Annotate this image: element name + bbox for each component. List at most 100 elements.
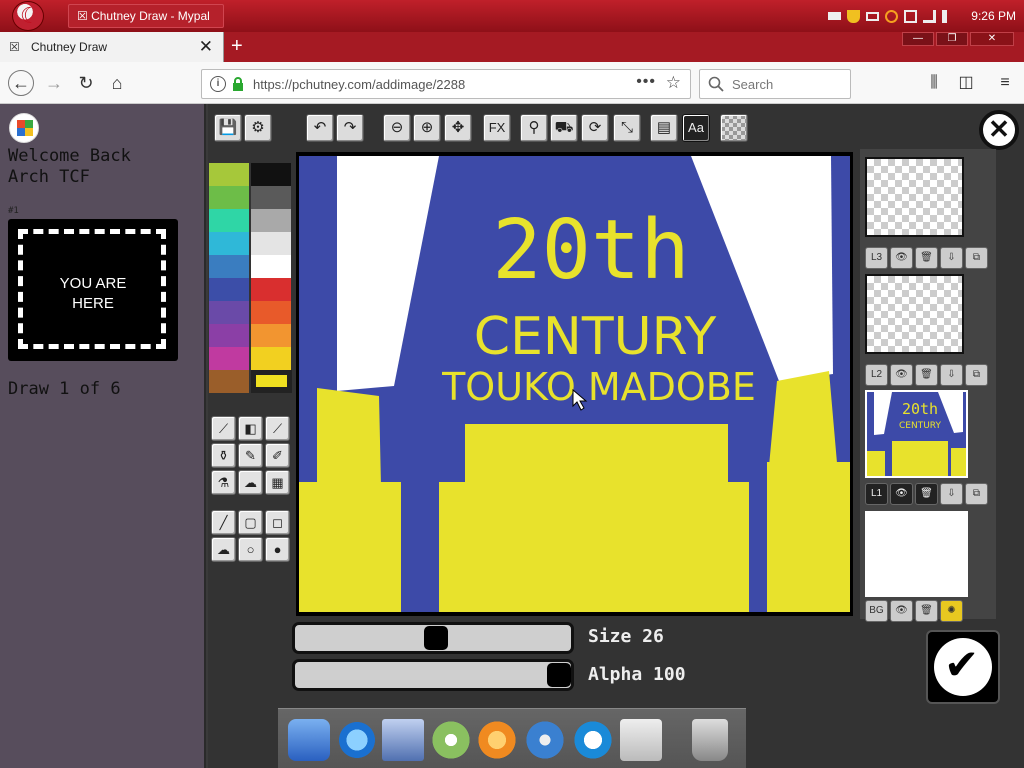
brush-size-slider[interactable]	[292, 622, 574, 654]
color-swatch[interactable]	[209, 370, 249, 393]
reload-icon[interactable]: ↻	[74, 71, 98, 95]
color-swatch[interactable]	[209, 347, 249, 370]
layer-label-bg[interactable]: BG	[865, 600, 888, 622]
fx-button[interactable]: FX	[483, 114, 511, 142]
url-bar[interactable]: i https://pchutney.com/addimage/2288 •••…	[201, 69, 691, 99]
color-swatch[interactable]	[251, 209, 291, 232]
pencil-icon[interactable]: ✎	[238, 443, 263, 468]
forward-arrow-icon[interactable]: →	[42, 71, 66, 95]
music-icon[interactable]	[430, 719, 472, 761]
minimize-button[interactable]: —	[902, 32, 934, 46]
eye-icon[interactable]: 👁	[890, 364, 913, 386]
duplicate-icon[interactable]: ⧉	[965, 364, 988, 386]
layer-label-l3[interactable]: L3	[865, 247, 888, 269]
save-icon[interactable]: 💾	[214, 114, 242, 142]
brush-alpha-knob[interactable]	[547, 663, 571, 687]
os-start-logo-icon[interactable]	[12, 1, 44, 31]
color-swatch[interactable]	[251, 347, 291, 370]
current-slot-card[interactable]: YOU ARE HERE	[8, 219, 178, 361]
page-actions-icon[interactable]: •••	[636, 73, 656, 91]
eraser-icon[interactable]: ◧	[238, 416, 263, 441]
info-icon[interactable]: i	[210, 76, 226, 92]
color-swatch[interactable]	[209, 255, 249, 278]
system-icon[interactable]	[620, 719, 662, 761]
shield-icon[interactable]	[847, 9, 861, 23]
rotate-icon[interactable]: ⟳	[581, 114, 609, 142]
color-swatch[interactable]	[209, 209, 249, 232]
redo-icon[interactable]: ↷	[336, 114, 364, 142]
layer-label-l1[interactable]: L1	[865, 483, 888, 505]
trash-icon[interactable]: 🗑	[915, 364, 938, 386]
brush-size-knob[interactable]	[424, 626, 448, 650]
trash-icon[interactable]: 🗑	[915, 247, 938, 269]
color-swatch[interactable]	[251, 278, 291, 301]
circle-fill-icon[interactable]: ●	[265, 537, 290, 562]
color-swatch[interactable]	[251, 163, 291, 186]
sidebar-toggle-icon[interactable]: ◫	[956, 73, 976, 93]
forklift-icon[interactable]: ⛟	[550, 114, 578, 142]
pattern-icon[interactable]: ▦	[265, 470, 290, 495]
rectangle-outline-icon[interactable]: ▢	[238, 510, 263, 535]
media-player-icon[interactable]	[476, 719, 518, 761]
eye-icon[interactable]: 👁	[890, 483, 913, 505]
search-input[interactable]: Search	[699, 69, 851, 99]
trash-bin-icon[interactable]	[692, 719, 728, 761]
move-icon[interactable]: ✥	[444, 114, 472, 142]
color-swatch[interactable]	[209, 232, 249, 255]
eye-icon[interactable]: 👁	[890, 600, 913, 622]
current-color-swatch[interactable]	[251, 370, 292, 393]
color-swatch[interactable]	[209, 163, 249, 186]
color-swatch[interactable]	[251, 301, 291, 324]
volume-icon[interactable]	[942, 9, 955, 23]
battery-icon[interactable]	[866, 11, 880, 21]
lasso-icon[interactable]: ☁	[211, 537, 236, 562]
circle-outline-icon[interactable]: ○	[238, 537, 263, 562]
image-import-icon[interactable]: ▤	[650, 114, 678, 142]
undo-icon[interactable]: ↶	[306, 114, 334, 142]
color-swatch[interactable]	[209, 186, 249, 209]
submit-drawing-button[interactable]	[926, 630, 1000, 704]
drawing-canvas[interactable]: 20th CENTURY TOUKO MADOBE	[299, 156, 850, 612]
line-tool-icon[interactable]: ╱	[211, 510, 236, 535]
stamp-icon[interactable]: ⚲	[520, 114, 548, 142]
merge-down-icon[interactable]: ⇩	[940, 483, 963, 505]
resize-icon[interactable]: ⤡	[613, 114, 641, 142]
color-swatch[interactable]	[209, 278, 249, 301]
back-arrow-icon[interactable]: ←	[8, 70, 34, 96]
keyboard-icon[interactable]	[828, 12, 842, 20]
spray-icon[interactable]: ⚗	[211, 470, 236, 495]
hamburger-menu-icon[interactable]: ≡	[995, 73, 1015, 93]
merge-down-icon[interactable]: ⇩	[940, 364, 963, 386]
tab-close-icon[interactable]: ✕	[199, 37, 213, 57]
brush-alpha-slider[interactable]	[292, 659, 574, 691]
library-icon[interactable]: ⫼	[924, 73, 944, 93]
smudge-icon[interactable]: ☁	[238, 470, 263, 495]
clock[interactable]: 9:26 PM	[971, 9, 1016, 23]
close-editor-button[interactable]: ✕	[979, 110, 1019, 150]
paint-bucket-icon[interactable]: ⚱	[211, 443, 236, 468]
syringe-icon[interactable]: ⟋	[211, 416, 236, 441]
layer-thumb-l3[interactable]	[865, 157, 964, 237]
os-window-button[interactable]: ☒ Chutney Draw - Mypal	[68, 4, 224, 28]
eye-icon[interactable]: 👁	[890, 247, 913, 269]
text-tool-button[interactable]: Aa	[682, 114, 710, 142]
duplicate-icon[interactable]: ⧉	[965, 483, 988, 505]
zoom-out-icon[interactable]: ⊖	[383, 114, 411, 142]
transparency-icon[interactable]	[720, 114, 748, 142]
trash-icon[interactable]: 🗑	[915, 483, 938, 505]
close-window-button[interactable]: ✕	[970, 32, 1014, 46]
search-tray-icon[interactable]	[885, 9, 899, 23]
trash-icon[interactable]: 🗑	[915, 600, 938, 622]
internet-explorer-icon[interactable]	[336, 719, 378, 761]
mail-stamp-icon[interactable]	[382, 719, 424, 761]
rectangle-fill-icon[interactable]: ◻	[265, 510, 290, 535]
settings-gear-icon[interactable]: ⚙	[244, 114, 272, 142]
layer-thumb-l2[interactable]	[865, 274, 964, 354]
quicktime-icon[interactable]	[572, 719, 614, 761]
marker-icon[interactable]: ✐	[265, 443, 290, 468]
layer-thumb-bg[interactable]	[865, 511, 968, 597]
duplicate-icon[interactable]: ⧉	[965, 247, 988, 269]
finder-icon[interactable]	[288, 719, 330, 761]
color-swatch[interactable]	[251, 255, 291, 278]
layer-thumb-l1[interactable]: 20th CENTURY	[865, 390, 968, 478]
